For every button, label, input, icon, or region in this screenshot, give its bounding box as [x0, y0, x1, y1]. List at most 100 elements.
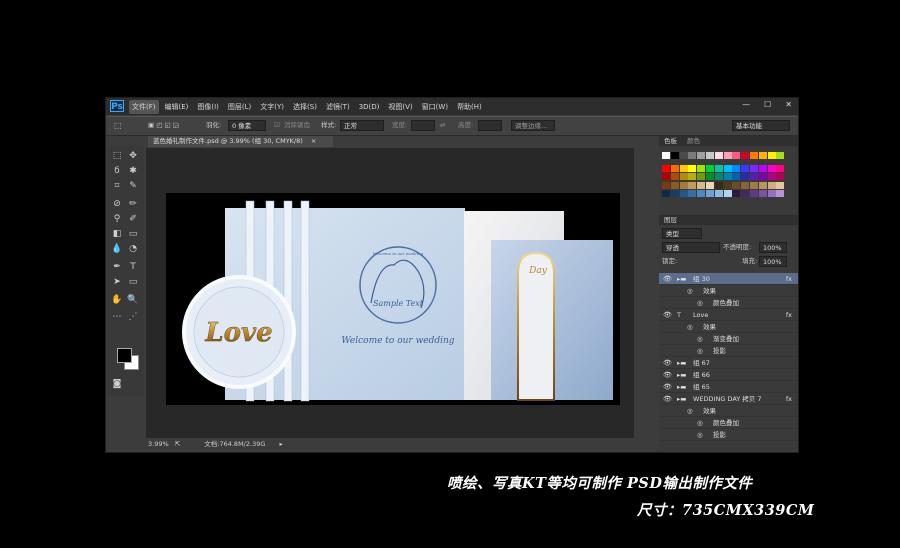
- layer-row[interactable]: ◎ 颜色叠加: [659, 417, 798, 429]
- stamp-icon[interactable]: ⚲: [111, 213, 123, 225]
- color-swatch[interactable]: [706, 181, 714, 189]
- visibility-eye-icon[interactable]: 👁: [663, 273, 672, 285]
- color-swatch[interactable]: [670, 181, 679, 189]
- layer-row[interactable]: ◎ 效果: [659, 285, 798, 297]
- document-tab[interactable]: 蓝色婚礼制作文件.psd @ 3.99% (组 30, CMYK/8) ×: [148, 136, 333, 147]
- shape-icon[interactable]: ▭: [127, 276, 139, 288]
- color-swatch[interactable]: [741, 164, 750, 172]
- color-swatch[interactable]: [723, 181, 732, 189]
- menu-select[interactable]: 选择(S): [290, 100, 320, 114]
- tab-swatches[interactable]: 色板: [664, 137, 677, 145]
- color-swatch[interactable]: [723, 173, 732, 180]
- color-swatch[interactable]: [697, 164, 706, 172]
- menu-image[interactable]: 图像(I): [194, 100, 222, 114]
- color-swatch[interactable]: [714, 190, 723, 197]
- layer-row[interactable]: 👁 ▸▬ 组 65: [659, 381, 798, 393]
- color-swatch[interactable]: [662, 173, 670, 180]
- color-swatch[interactable]: [662, 152, 670, 159]
- color-swatch[interactable]: [714, 152, 723, 159]
- canvas[interactable]: Sample Text Welcome to our wedding Welco…: [166, 193, 620, 405]
- color-swatch[interactable]: [662, 181, 670, 189]
- color-swatch[interactable]: [688, 152, 697, 159]
- color-swatch[interactable]: [679, 190, 688, 197]
- color-swatch[interactable]: [697, 173, 706, 180]
- fx-icon[interactable]: fx: [786, 393, 792, 405]
- color-swatch[interactable]: [714, 164, 723, 172]
- color-swatch[interactable]: [758, 181, 767, 189]
- layer-kind-filter[interactable]: 类型: [662, 228, 702, 239]
- misc-icon[interactable]: ⋯: [111, 311, 123, 323]
- minimize-button[interactable]: —: [742, 100, 750, 109]
- color-swatch[interactable]: [758, 173, 767, 180]
- layer-row[interactable]: 👁 ▸▬ WEDDING DAY 拷贝 7 fx: [659, 393, 798, 405]
- color-swatch[interactable]: [688, 181, 697, 189]
- color-swatch[interactable]: [688, 164, 697, 172]
- maximize-button[interactable]: ☐: [764, 100, 771, 109]
- layer-row[interactable]: 👁 ▸▬ 组 30 fx: [659, 273, 798, 285]
- type-icon[interactable]: T: [127, 261, 139, 273]
- color-swatch[interactable]: [767, 181, 776, 189]
- foreground-color-swatch[interactable]: [117, 348, 132, 363]
- color-swatch[interactable]: [741, 173, 750, 180]
- color-swatch[interactable]: [697, 152, 706, 159]
- tab-color[interactable]: 颜色: [687, 137, 700, 145]
- color-swatch[interactable]: [679, 173, 688, 180]
- color-swatch[interactable]: [767, 173, 776, 180]
- layer-row[interactable]: ◎ 投影: [659, 429, 798, 441]
- color-swatch[interactable]: [688, 173, 697, 180]
- quick-mask-icon[interactable]: ◙: [111, 378, 123, 390]
- marquee-tool-icon[interactable]: ⬚: [114, 120, 122, 131]
- color-swatch[interactable]: [714, 173, 723, 180]
- menu-filter[interactable]: 滤镜(T): [323, 100, 353, 114]
- edit-toolbar-icon[interactable]: ⋰: [127, 311, 139, 323]
- color-swatch[interactable]: [732, 190, 741, 197]
- color-swatch[interactable]: [662, 190, 670, 197]
- dodge-icon[interactable]: ◔: [127, 243, 139, 255]
- layer-row[interactable]: ◎ 效果: [659, 405, 798, 417]
- color-swatch[interactable]: [688, 190, 697, 197]
- healing-icon[interactable]: ⊘: [111, 198, 123, 210]
- color-swatch[interactable]: [732, 181, 741, 189]
- eraser-icon[interactable]: ◧: [111, 228, 123, 240]
- color-swatch[interactable]: [750, 181, 758, 189]
- color-swatch[interactable]: [732, 164, 741, 172]
- magic-wand-icon[interactable]: ✱: [127, 165, 139, 177]
- feather-input[interactable]: 0 像素: [228, 120, 266, 131]
- visibility-eye-icon[interactable]: 👁: [663, 381, 672, 393]
- close-button[interactable]: ✕: [785, 100, 792, 109]
- swatch-grid[interactable]: [662, 152, 786, 212]
- lasso-icon[interactable]: ϭ: [111, 165, 123, 177]
- color-swatch[interactable]: [697, 190, 706, 197]
- hand-icon[interactable]: ✋: [111, 294, 123, 306]
- visibility-eye-icon[interactable]: 👁: [663, 393, 672, 405]
- layer-row[interactable]: 👁 ▸▬ 组 66: [659, 369, 798, 381]
- menu-edit[interactable]: 编辑(E): [162, 100, 192, 114]
- color-swatch[interactable]: [741, 181, 750, 189]
- visibility-eye-icon[interactable]: 👁: [663, 369, 672, 381]
- color-swatch[interactable]: [750, 173, 758, 180]
- selection-mode-icons[interactable]: ▣ ◰ ◱ ◲: [148, 120, 179, 131]
- pen-icon[interactable]: ✒: [111, 261, 123, 273]
- color-swatch[interactable]: [679, 181, 688, 189]
- color-swatch[interactable]: [767, 164, 776, 172]
- brush-icon[interactable]: ✏: [127, 198, 139, 210]
- color-swatch[interactable]: [706, 173, 714, 180]
- layer-row[interactable]: ◎ 效果: [659, 321, 798, 333]
- menu-view[interactable]: 视图(V): [385, 100, 415, 114]
- color-swatch[interactable]: [706, 190, 714, 197]
- color-swatch[interactable]: [776, 190, 785, 197]
- color-swatch[interactable]: [750, 164, 758, 172]
- layer-row[interactable]: ◎ 颜色叠加: [659, 297, 798, 309]
- color-swatch[interactable]: [750, 190, 758, 197]
- layer-row[interactable]: 👁 ▸▬ 组 67: [659, 357, 798, 369]
- zoom-icon[interactable]: 🔍: [127, 294, 139, 306]
- visibility-eye-icon[interactable]: 👁: [663, 357, 672, 369]
- color-swatch[interactable]: [723, 190, 732, 197]
- fx-icon[interactable]: fx: [786, 309, 792, 321]
- gradient-icon[interactable]: ▭: [127, 228, 139, 240]
- layers-title[interactable]: 图层: [664, 216, 677, 224]
- export-icon[interactable]: ⇱: [175, 440, 180, 448]
- color-swatch[interactable]: [732, 173, 741, 180]
- menu-file[interactable]: 文件(F): [129, 100, 159, 114]
- status-arrow-icon[interactable]: ▸: [279, 440, 282, 448]
